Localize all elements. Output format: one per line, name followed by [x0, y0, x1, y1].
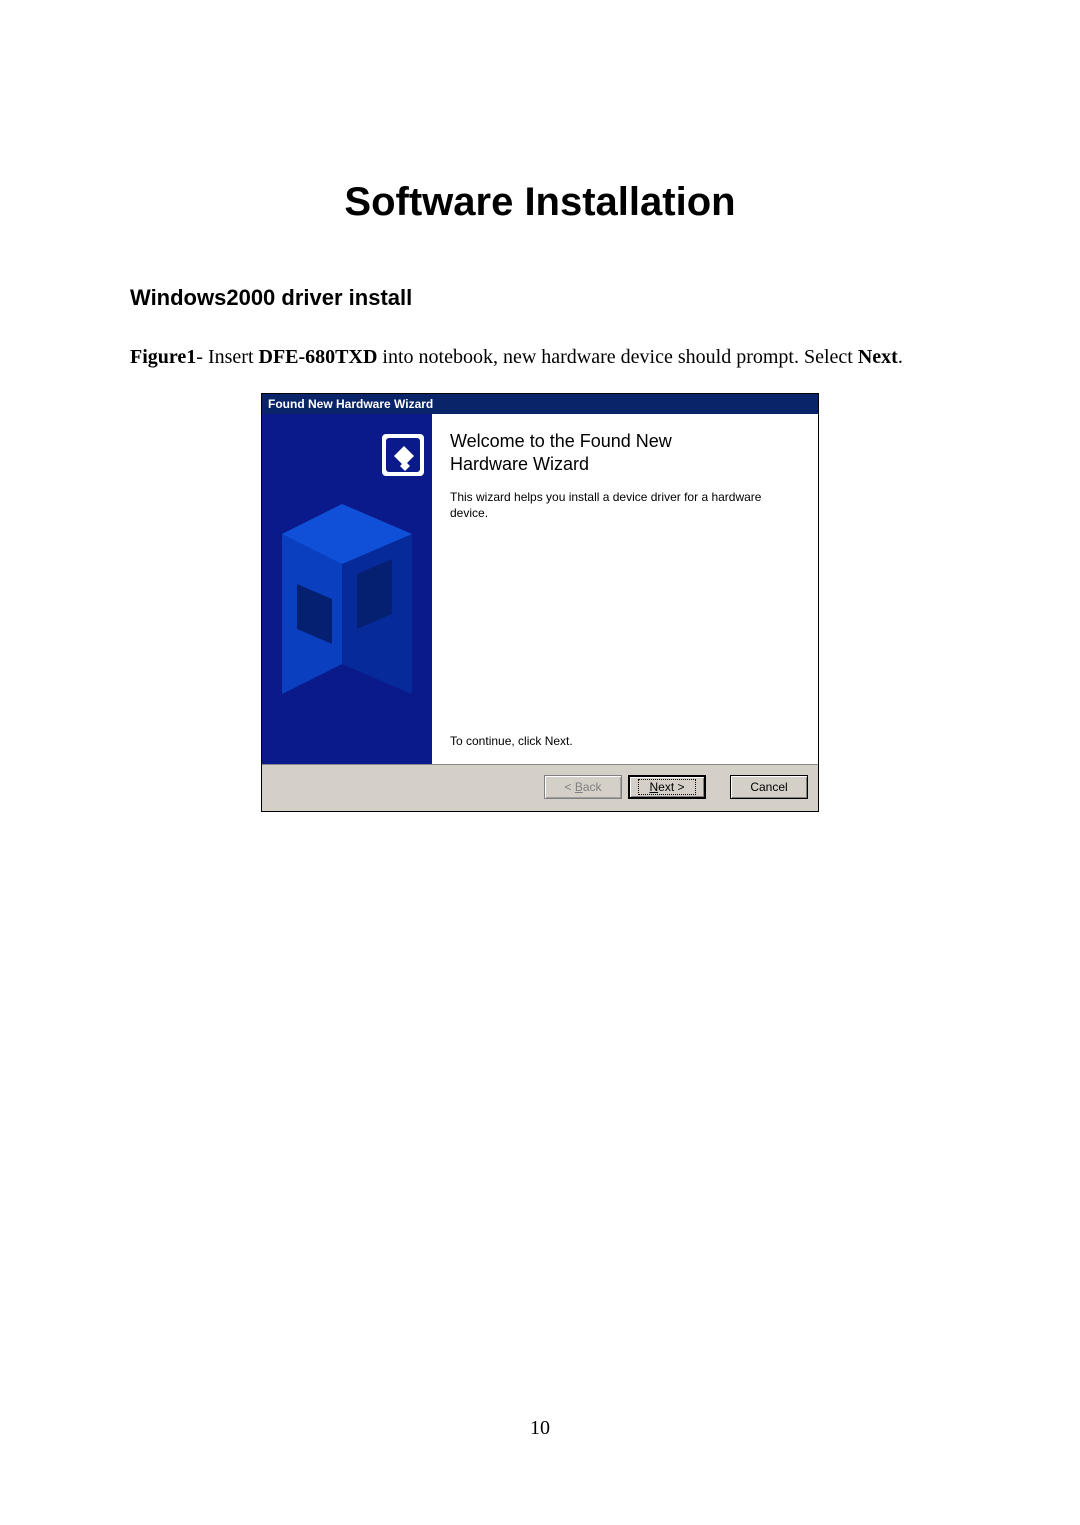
page-number: 10 — [0, 1417, 1080, 1440]
wizard-titlebar: Found New Hardware Wizard — [262, 394, 818, 414]
figure-label: Figure1 — [130, 346, 196, 368]
figure-caption: Figure1- Insert DFE-680TXD into notebook… — [130, 341, 950, 373]
product-name: DFE-680TXD — [259, 346, 378, 368]
next-button[interactable]: Next > — [628, 775, 706, 799]
wizard-sidebar-graphic — [262, 414, 432, 764]
section-heading: Windows2000 driver install — [130, 285, 950, 311]
page-title: Software Installation — [130, 180, 950, 225]
wizard-sidebar-svg — [262, 414, 432, 764]
wizard-continue-text: To continue, click Next. — [450, 734, 800, 748]
wizard-dialog: Found New Hardware Wizard — [261, 393, 819, 812]
wizard-description: This wizard helps you install a device d… — [450, 489, 800, 521]
wizard-button-row: < Back Next > Cancel — [262, 764, 818, 811]
wizard-heading: Welcome to the Found New Hardware Wizard — [450, 430, 800, 475]
back-button: < Back — [544, 775, 622, 799]
action-word: Next — [858, 346, 898, 368]
wizard-body: Welcome to the Found New Hardware Wizard… — [262, 414, 818, 764]
wizard-content: Welcome to the Found New Hardware Wizard… — [432, 414, 818, 764]
cancel-button[interactable]: Cancel — [730, 775, 808, 799]
